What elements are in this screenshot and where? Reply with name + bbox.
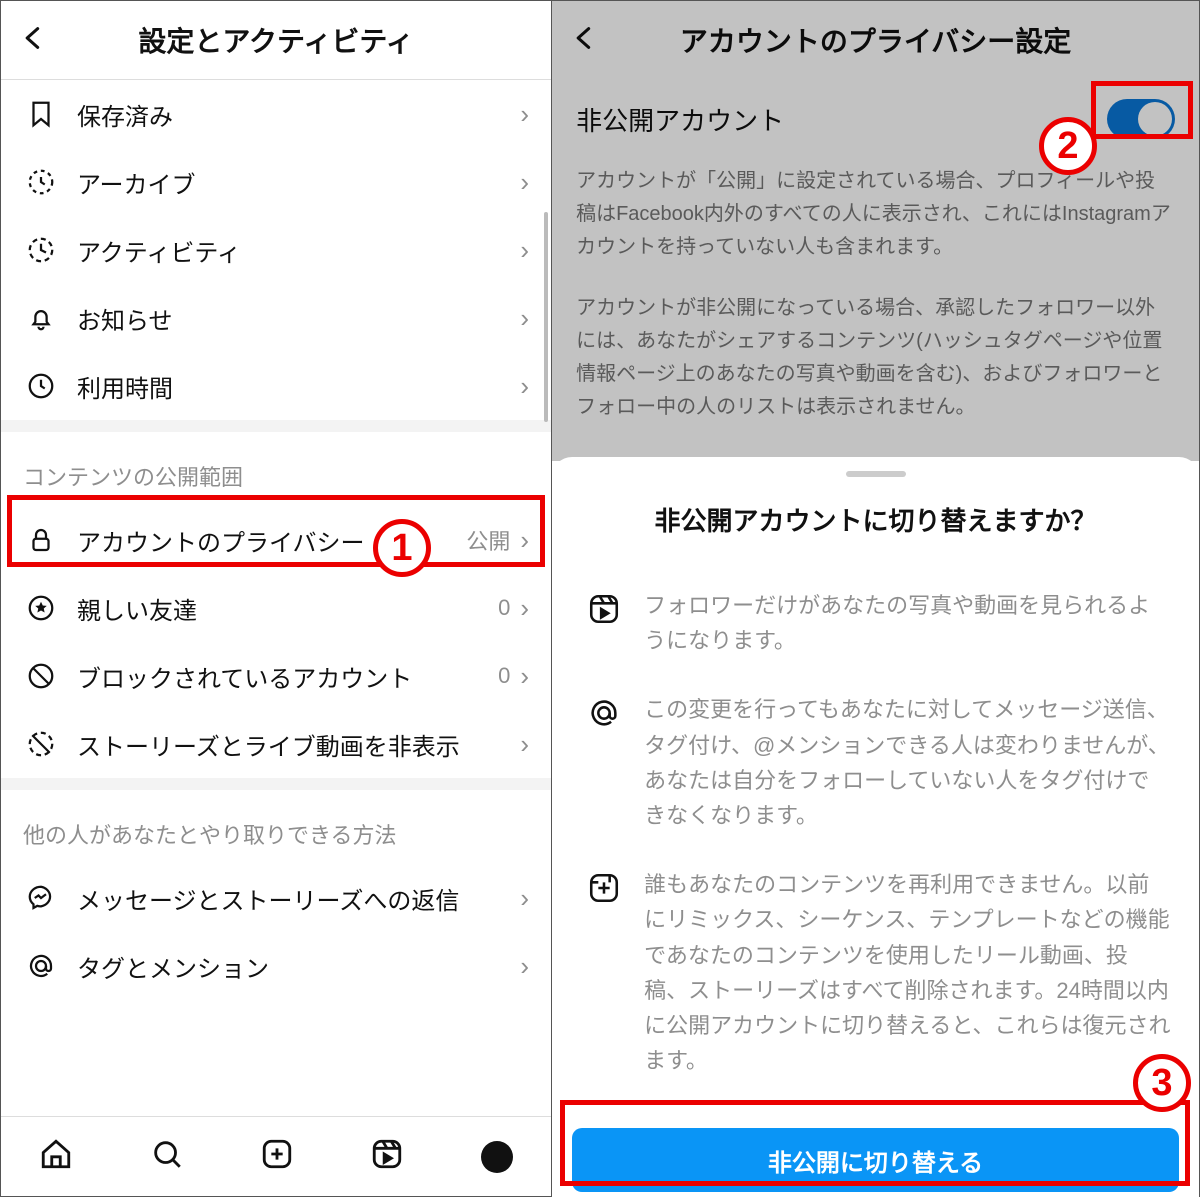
- chevron-right-icon: ›: [520, 729, 529, 760]
- home-icon[interactable]: [39, 1137, 73, 1176]
- row-messages-replies[interactable]: メッセージとストーリーズへの返信 ›: [1, 864, 551, 932]
- settings-pane: 設定とアクティビティ 保存済み › アーカイブ ›: [1, 1, 552, 1196]
- mention-icon: [580, 692, 628, 833]
- archive-icon: [23, 167, 59, 197]
- right-header: アカウントのプライバシー設定: [552, 1, 1199, 79]
- clock-icon: [23, 371, 59, 401]
- chevron-right-icon: ›: [520, 167, 529, 198]
- row-saved[interactable]: 保存済み ›: [1, 80, 551, 148]
- privacy-background: アカウントのプライバシー設定 非公開アカウント アカウントが「公開」に設定されて…: [552, 1, 1199, 461]
- messenger-icon: [23, 883, 59, 913]
- chevron-right-icon: ›: [520, 99, 529, 130]
- bookmark-icon: [23, 99, 59, 129]
- row-archive[interactable]: アーカイブ ›: [1, 148, 551, 216]
- back-button[interactable]: [570, 19, 610, 61]
- chevron-right-icon: ›: [520, 593, 529, 624]
- info-remix: 誰もあなたのコンテンツを再利用できません。以前にリミックス、シーケンス、テンプレ…: [552, 857, 1199, 1102]
- back-button[interactable]: [19, 19, 59, 61]
- switch-private-button[interactable]: 非公開に切り替える: [572, 1128, 1179, 1192]
- chevron-right-icon: ›: [520, 951, 529, 982]
- settings-list: 保存済み › アーカイブ › アクティビティ ›: [1, 80, 551, 1196]
- mention-icon: [23, 951, 59, 981]
- profile-icon[interactable]: [481, 1141, 513, 1173]
- sheet-grabber[interactable]: [846, 471, 906, 477]
- private-toggle[interactable]: [1107, 99, 1175, 139]
- activity-icon: [23, 235, 59, 265]
- info-mentions: この変更を行ってもあなたに対してメッセージ送信、タグ付け、@メンションできる人は…: [552, 682, 1199, 857]
- privacy-value: 公開: [466, 524, 520, 556]
- row-close-friends[interactable]: 親しい友達 0 ›: [1, 574, 551, 642]
- section-interactions: 他の人があなたとやり取りできる方法: [1, 790, 551, 864]
- info-followers: フォロワーだけがあなたの写真や動画を見られるようになります。: [552, 578, 1199, 682]
- scrollbar[interactable]: [544, 212, 548, 422]
- row-notifications[interactable]: お知らせ ›: [1, 284, 551, 352]
- lock-icon: [23, 525, 59, 555]
- reels-icon: [580, 588, 628, 658]
- chevron-right-icon: ›: [520, 303, 529, 334]
- privacy-description-1: アカウントが「公開」に設定されている場合、プロフィールや投稿はFacebook内…: [552, 159, 1199, 286]
- star-circle-icon: [23, 593, 59, 623]
- row-blocked[interactable]: ブロックされているアカウント 0 ›: [1, 642, 551, 710]
- sheet-title: 非公開アカウントに切り替えますか？: [552, 501, 1199, 538]
- section-visibility: コンテンツの公開範囲: [1, 432, 551, 506]
- row-account-privacy[interactable]: アカウントのプライバシー 公開 ›: [1, 506, 551, 574]
- page-title: 設定とアクティビティ: [59, 20, 533, 60]
- row-hide-story[interactable]: ストーリーズとライブ動画を非表示 ›: [1, 710, 551, 778]
- remix-icon: [580, 867, 628, 1078]
- privacy-pane: アカウントのプライバシー設定 非公開アカウント アカウントが「公開」に設定されて…: [552, 1, 1199, 1196]
- row-activity[interactable]: アクティビティ ›: [1, 216, 551, 284]
- hide-icon: [23, 729, 59, 759]
- search-icon[interactable]: [150, 1137, 184, 1176]
- reels-icon[interactable]: [370, 1137, 404, 1176]
- chevron-right-icon: ›: [520, 883, 529, 914]
- chevron-right-icon: ›: [520, 525, 529, 556]
- row-screen-time[interactable]: 利用時間 ›: [1, 352, 551, 420]
- left-header: 設定とアクティビティ: [1, 1, 551, 79]
- bottom-nav: [1, 1116, 551, 1196]
- new-post-icon[interactable]: [260, 1137, 294, 1176]
- private-account-row: 非公開アカウント: [552, 79, 1199, 159]
- bell-icon: [23, 303, 59, 333]
- chevron-right-icon: ›: [520, 235, 529, 266]
- chevron-right-icon: ›: [520, 371, 529, 402]
- block-icon: [23, 661, 59, 691]
- row-tags-mentions[interactable]: タグとメンション ›: [1, 932, 551, 1000]
- privacy-description-2: アカウントが非公開になっている場合、承認したフォロワー以外には、あなたがシェアす…: [552, 286, 1199, 446]
- confirm-sheet: 非公開アカウントに切り替えますか？ フォロワーだけがあなたの写真や動画を見られる…: [552, 457, 1199, 1198]
- page-title: アカウントのプライバシー設定: [610, 20, 1181, 60]
- chevron-right-icon: ›: [520, 661, 529, 692]
